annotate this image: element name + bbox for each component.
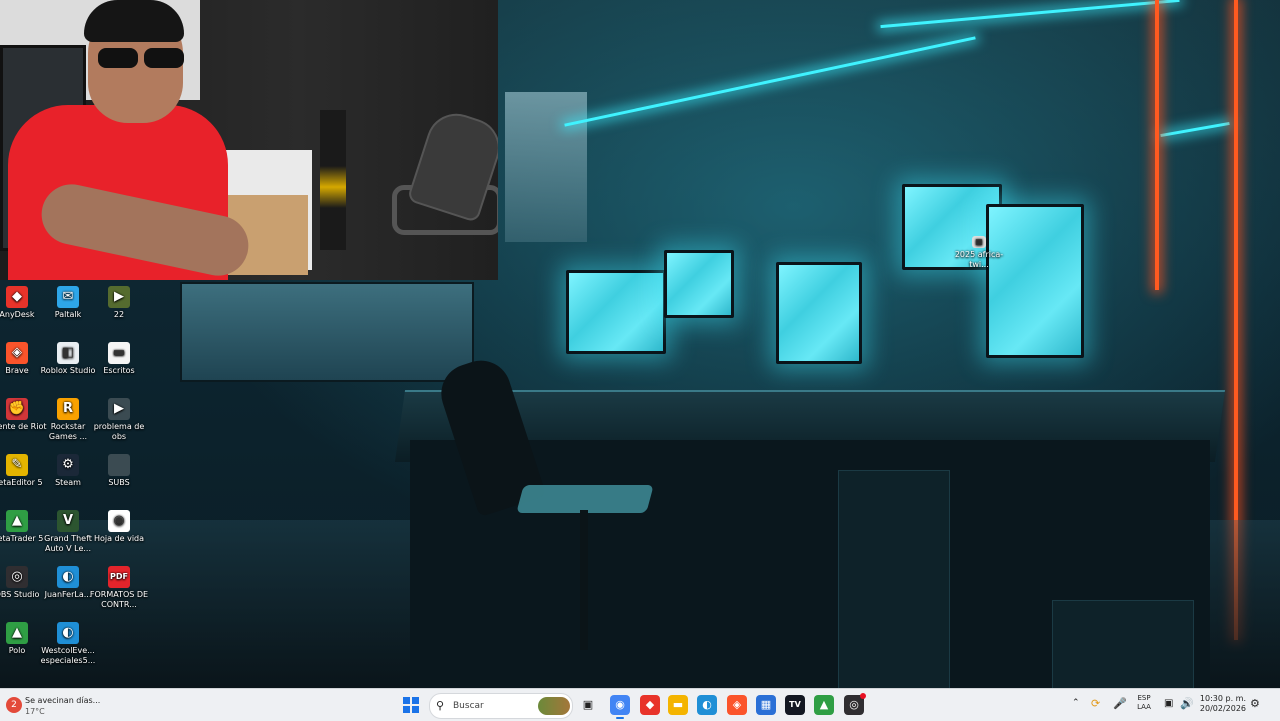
desktop-icon[interactable]: ▬ Escritos [89,342,149,376]
desktop-icon-label: WestcolEve... especiales5... [40,646,96,665]
desktop-icon[interactable]: ◉ Hoja de vida [89,510,149,544]
anydesk-icon: ◆ [6,286,28,308]
taskbar-app-edge[interactable]: ◐ [697,695,717,715]
chrome-doc-icon: ◉ [108,510,130,532]
desktop-icon-label: FORMATOS DE CONTR... [89,590,149,609]
wallpaper-cabinet [1052,600,1194,688]
taskbar: 2 Se avecinan días... 17°C ⚲ Buscar ▣ ◉ ◆ ▬… [0,688,1280,721]
notification-badge [860,693,866,699]
chevron-up-icon[interactable]: ⌃ [1072,698,1080,708]
brave-icon: ◈ [732,698,742,711]
weather-alert-icon: 2 [6,697,22,713]
wallpaper-chair-base [580,510,588,650]
image-file-icon: ▦ [972,236,986,248]
gta-icon: V [57,510,79,532]
wallpaper-chair-seat [516,485,654,513]
weather-temperature: 17°C [25,707,45,716]
wallpaper-window [180,282,474,382]
microphone-icon[interactable]: 🎤 [1113,697,1127,710]
desktop-icon[interactable]: PDF FORMATOS DE CONTR... [89,566,149,610]
video-file-icon: ▶ [108,286,130,308]
anydesk-icon: ◆ [645,698,655,711]
wallpaper-monitor [664,250,734,318]
wallpaper-monitor [776,262,862,364]
wallpaper-window [505,92,587,242]
tradingview-icon: TV [789,700,801,709]
wallpaper-neon-light [880,0,1180,29]
taskbar-app-obs[interactable]: ◎ [844,693,866,715]
wallpaper-neon-light [1155,0,1159,290]
folder-icon [108,454,130,476]
desktop-icon-label: problema de obs [93,422,145,441]
start-button[interactable] [403,697,419,713]
sync-icon[interactable]: ⟳ [1091,697,1100,710]
search-placeholder: Buscar [453,701,484,711]
wallpaper-monitor [986,204,1084,358]
taskbar-app-metatrader[interactable]: ▲ [814,695,834,715]
desktop-icon[interactable]: ◐ WestcolEve... especiales5... [38,622,98,666]
desktop-icon-label: Hoja de vida [93,534,145,543]
taskbar-app-brave[interactable]: ◈ [727,695,747,715]
edge-icon: ◐ [57,622,79,644]
steam-icon: ⚙ [57,454,79,476]
desktop-icon-label: Escritos [103,366,135,375]
search-icon: ⚲ [436,699,445,712]
taskbar-app-task-view[interactable]: ▣ [578,695,598,715]
obs-icon: ◎ [6,566,28,588]
video-file-icon: ▶ [108,398,130,420]
volume-icon[interactable]: 🔊 [1180,697,1194,710]
language-indicator[interactable]: ESP LAA [1134,694,1154,712]
network-icon[interactable]: ▣ [1164,698,1173,709]
folder-icon: ▬ [672,698,684,711]
desktop-file-2025-africa[interactable]: ▦ 2025 africa-twi... [950,236,1008,270]
taskbar-app-chrome[interactable]: ◉ [610,695,630,719]
folder-icon: ▬ [108,342,130,364]
desktop-icon[interactable]: SUBS [89,454,149,488]
pdf-icon: PDF [108,566,130,588]
clock-time: 10:30 p. m. [1199,694,1246,703]
taskbar-app-file-explorer[interactable]: ▬ [668,695,688,715]
windows-logo-icon [403,697,410,704]
desktop-icon-label: 22 [113,310,125,319]
wallpaper-cabinet [838,470,950,688]
wallpaper-monitor [566,270,666,354]
taskbar-app-anydesk[interactable]: ◆ [640,695,660,715]
roblox-studio-icon: ◧ [57,342,79,364]
taskbar-app-tv[interactable]: TV [785,695,805,715]
taskbar-app-store[interactable]: ▦ [756,695,776,715]
paltalk-icon: ✉ [57,286,79,308]
brave-icon: ◈ [6,342,28,364]
search-highlight-image [538,697,570,715]
notifications-icon[interactable]: ⚙ [1250,697,1260,710]
metatrader-icon: ▲ [6,622,28,644]
desktop-icon-label: SUBS [108,478,130,487]
clock-date: 20/02/2026 [1199,704,1246,713]
wallpaper-neon-light [1160,121,1230,138]
desktop-icon[interactable]: ▶ 22 [89,286,149,320]
metatrader-icon: ▲ [819,698,829,711]
wallpaper-neon-light [564,36,976,127]
active-app-indicator [616,717,624,719]
desktop-icon[interactable]: ▶ problema de obs [89,398,149,442]
system-clock[interactable]: 10:30 p. m. 20/02/2026 [1196,694,1246,714]
webcam-person-hair [84,0,184,42]
webcam-flag [320,110,346,250]
webcam-overlay [0,0,498,280]
chrome-icon: ◉ [615,698,625,711]
rockstar-icon: R [57,398,79,420]
edge-icon: ◐ [57,566,79,588]
taskbar-search-box[interactable]: ⚲ Buscar [429,693,573,719]
edge-icon: ◐ [702,698,712,711]
webcam-person-sunglasses [98,48,194,70]
metaeditor-icon: ✎ [6,454,28,476]
weather-headline: Se avecinan días... [25,696,101,705]
riot-client-icon: ✊ [6,398,28,420]
task-view-icon: ▣ [582,698,594,711]
store-icon: ▦ [760,698,772,711]
metatrader-icon: ▲ [6,510,28,532]
obs-icon: ◎ [849,698,859,711]
